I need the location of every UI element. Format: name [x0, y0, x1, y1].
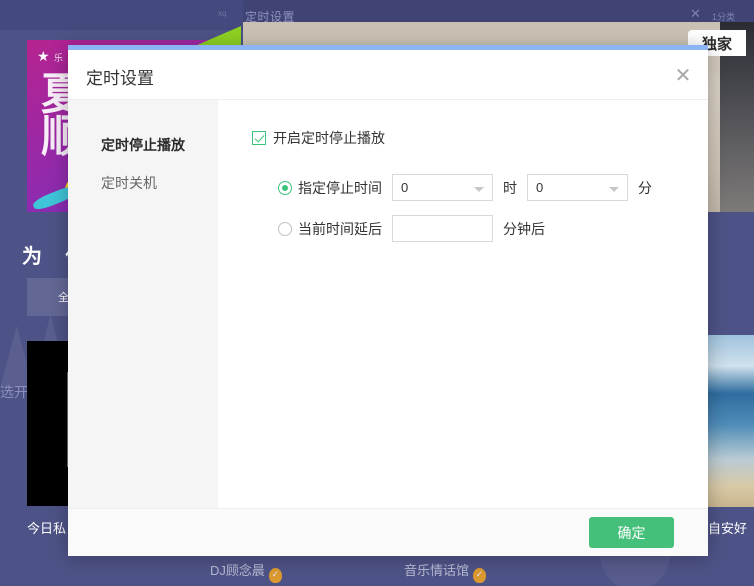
sidebar-item-stop-playback[interactable]: 定时停止播放 — [68, 126, 218, 164]
background-mini-label: xq — [218, 9, 227, 18]
background-dj-item: DJ顾念晨 ✓ — [210, 560, 282, 583]
delay-label[interactable]: 当前时间延后 — [298, 219, 382, 239]
background-banner-brand: 乐 — [54, 53, 64, 63]
specific-time-row: 指定停止时间 0 时 0 分 — [278, 174, 708, 201]
chevron-down-icon — [609, 187, 619, 192]
dialog-title: 定时设置 — [86, 69, 154, 88]
delay-minutes-input[interactable] — [392, 215, 493, 242]
delay-row: 当前时间延后 分钟后 — [278, 215, 708, 242]
sidebar-item-shutdown[interactable]: 定时关机 — [68, 164, 218, 202]
confirm-button[interactable]: 确定 — [589, 517, 674, 548]
background-close-icon: ✕ — [690, 6, 701, 21]
background-dj-label: DJ顾念晨 — [210, 563, 265, 578]
background-dj-item: 音乐情话馆 ✓ — [404, 560, 487, 583]
chevron-down-icon — [474, 187, 484, 192]
background-select-text: 选开 — [0, 384, 28, 400]
delay-radio[interactable] — [278, 221, 292, 236]
hour-select-value: 0 — [401, 180, 409, 195]
minute-select-value: 0 — [536, 180, 544, 195]
minute-unit-label: 分 — [638, 179, 652, 196]
dialog-title-bar: 定时设置 ✕ — [68, 50, 708, 100]
verified-badge-icon: ✓ — [473, 568, 487, 583]
specific-time-radio[interactable] — [278, 180, 292, 195]
minute-select[interactable]: 0 — [527, 174, 628, 201]
dialog-content-panel: 开启定时停止播放 指定停止时间 0 时 0 分 当前时间延后 分钟后 — [218, 100, 708, 508]
dialog-body: 定时停止播放 定时关机 开启定时停止播放 指定停止时间 0 时 0 分 当前时间… — [68, 100, 708, 508]
hour-select[interactable]: 0 — [392, 174, 493, 201]
dialog-footer: 确定 — [68, 508, 708, 556]
enable-timer-checkbox[interactable] — [252, 131, 266, 145]
delay-unit-label: 分钟后 — [503, 220, 545, 237]
specific-time-label[interactable]: 指定停止时间 — [298, 178, 382, 198]
timer-settings-dialog: 定时设置 ✕ 定时停止播放 定时关机 开启定时停止播放 指定停止时间 0 时 0… — [68, 45, 708, 556]
background-dj-label: 音乐情话馆 — [404, 563, 470, 578]
background-secondary-window — [243, 0, 754, 22]
hour-unit-label: 时 — [503, 179, 517, 196]
background-bottom-left-label: 今日私 — [27, 521, 67, 536]
enable-timer-label[interactable]: 开启定时停止播放 — [273, 128, 385, 148]
background-beach-thumbnail — [707, 335, 754, 507]
dialog-sidebar: 定时停止播放 定时关机 — [68, 100, 218, 508]
close-icon[interactable]: ✕ — [670, 62, 696, 88]
verified-badge-icon: ✓ — [268, 568, 282, 583]
star-icon: ★ — [37, 48, 50, 64]
enable-timer-row: 开启定时停止播放 — [252, 128, 708, 148]
